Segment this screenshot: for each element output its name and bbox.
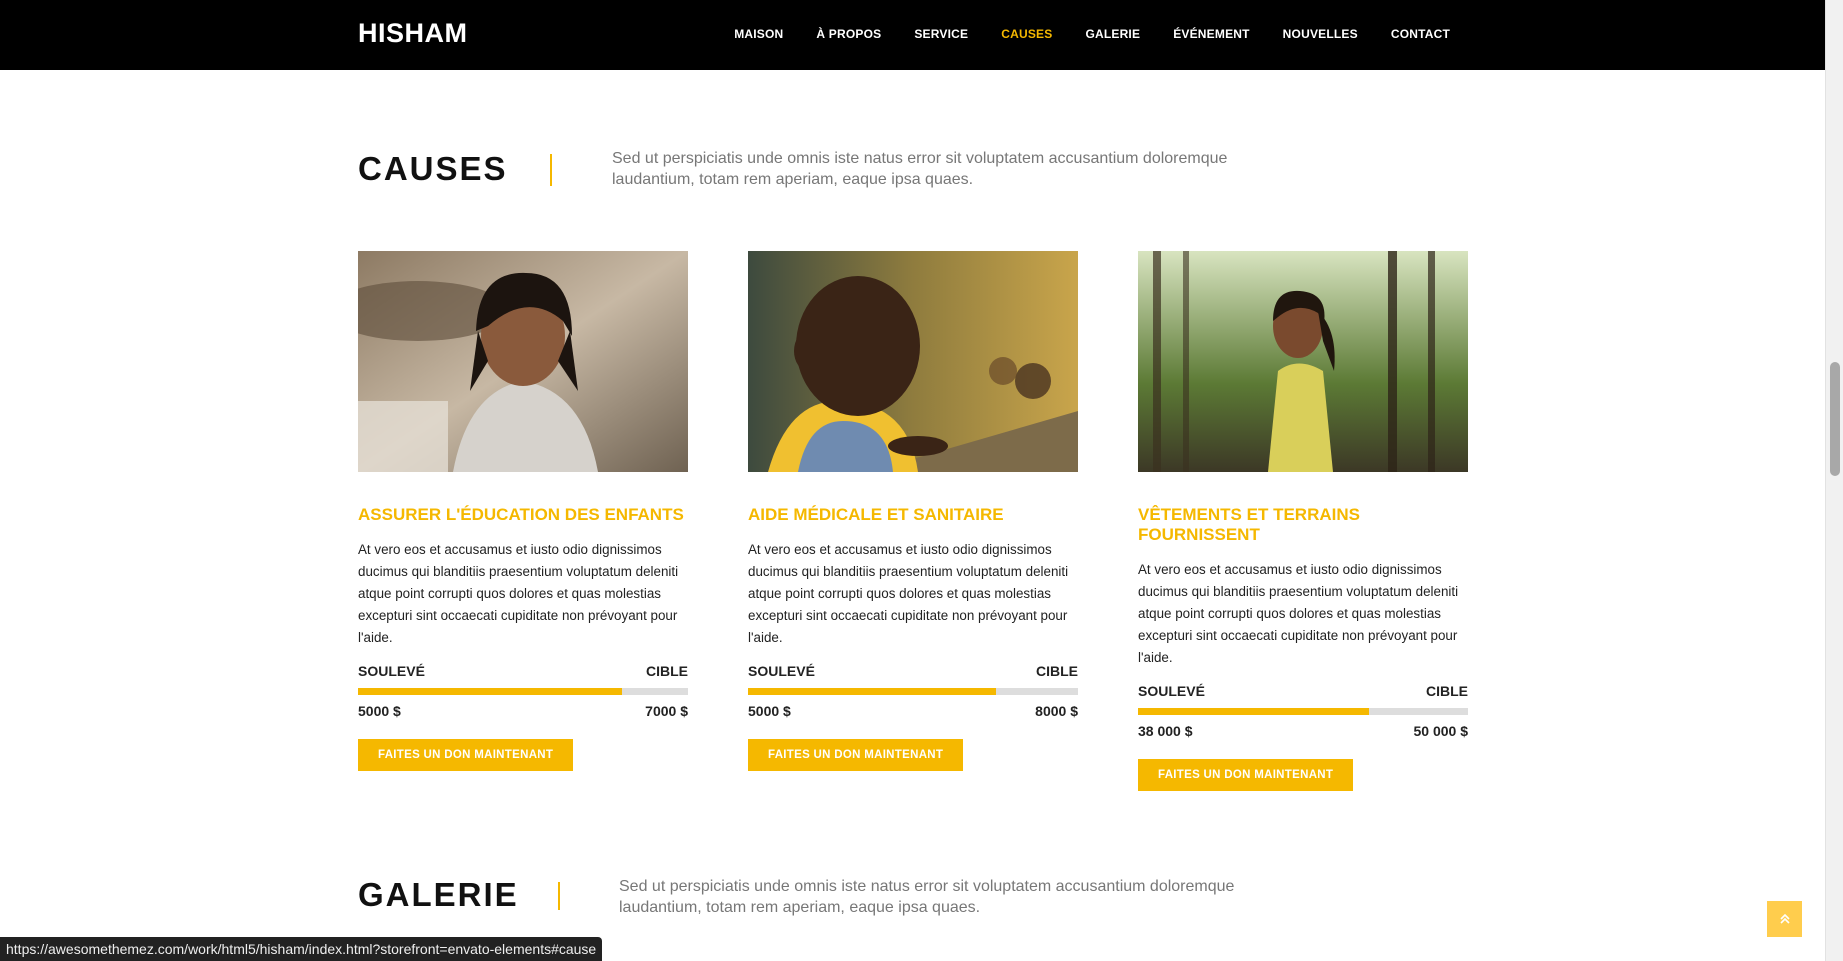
nav-item-causes[interactable]: CAUSES [1001,27,1052,41]
causes-description: Sed ut perspiciatis unde omnis iste natu… [612,150,1228,188]
cause-description: At vero eos et accusamus et iusto odio d… [1138,562,1459,665]
progress-labels: SOULEVÉ CIBLE [1138,683,1468,699]
raised-amount: 5000 $ [358,703,401,719]
nav-item-maison[interactable]: MAISON [734,27,783,41]
cause-title: ASSURER L'ÉDUCATION DES ENFANTS [358,505,684,524]
cause-image-boy [748,251,1078,472]
cause-card: AIDE MÉDICALE ET SANITAIRE At vero eos e… [748,251,1078,771]
cause-image-girl [358,251,688,472]
cause-card: VÊTEMENTS ET TERRAINS FOURNISSENT At ver… [1138,251,1468,791]
progress-values: 5000 $ 7000 $ [358,703,688,719]
progress-labels: SOULEVÉ CIBLE [748,663,1078,679]
target-amount: 50 000 $ [1413,723,1469,739]
causes-title: CAUSES [358,150,508,187]
gallery-title: GALERIE [358,876,519,913]
raised-label: SOULEVÉ [748,663,815,679]
raised-label: SOULEVÉ [1138,683,1205,699]
section-divider [558,882,560,910]
nav-item-a-propos[interactable]: À PROPOS [816,27,881,41]
target-label: CIBLE [1426,683,1468,699]
raised-label: SOULEVÉ [358,663,425,679]
gallery-description: Sed ut perspiciatis unde omnis iste natu… [619,878,1235,916]
progress-bar [1138,708,1468,715]
nav-item-galerie[interactable]: GALERIE [1085,27,1140,41]
cause-image-girl-forest [1138,251,1468,472]
raised-amount: 5000 $ [748,703,791,719]
donate-button[interactable]: FAITES UN DON MAINTENANT [1138,759,1354,791]
back-to-top-button[interactable] [1767,901,1802,937]
progress-fill [1138,708,1369,715]
progress-labels: SOULEVÉ CIBLE [358,663,688,679]
donate-button[interactable]: FAITES UN DON MAINTENANT [358,739,574,771]
raised-amount: 38 000 $ [1138,723,1193,739]
nav-item-contact[interactable]: CONTACT [1391,27,1450,41]
cause-description: At vero eos et accusamus et iusto odio d… [748,542,1069,645]
progress-bar [358,688,688,695]
cause-title: VÊTEMENTS ET TERRAINS FOURNISSENT [1138,505,1360,544]
progress-fill [748,688,996,695]
progress-bar [748,688,1078,695]
target-amount: 7000 $ [645,703,688,719]
nav-item-evenement[interactable]: ÉVÉNEMENT [1173,27,1249,41]
main-nav: MAISON À PROPOS SERVICE CAUSES GALERIE É… [734,27,1450,41]
section-divider [550,154,552,186]
target-label: CIBLE [646,663,688,679]
cause-card: ASSURER L'ÉDUCATION DES ENFANTS At vero … [358,251,688,771]
target-amount: 8000 $ [1035,703,1078,719]
status-bar-url: https://awesomethemez.com/work/html5/his… [0,937,603,961]
nav-item-service[interactable]: SERVICE [914,27,968,41]
brand-logo[interactable]: HISHAM [358,18,468,49]
progress-fill [358,688,622,695]
double-chevron-up-icon [1779,913,1790,924]
progress-values: 38 000 $ 50 000 $ [1138,723,1468,739]
progress-values: 5000 $ 8000 $ [748,703,1078,719]
nav-item-nouvelles[interactable]: NOUVELLES [1283,27,1358,41]
target-label: CIBLE [1036,663,1078,679]
top-navbar: HISHAM MAISON À PROPOS SERVICE CAUSES GA… [0,0,1825,70]
scrollbar-thumb[interactable] [1830,362,1840,476]
cause-title: AIDE MÉDICALE ET SANITAIRE [748,505,1004,524]
donate-button[interactable]: FAITES UN DON MAINTENANT [748,739,964,771]
cause-description: At vero eos et accusamus et iusto odio d… [358,542,679,645]
page-scrollbar[interactable] [1825,0,1843,961]
